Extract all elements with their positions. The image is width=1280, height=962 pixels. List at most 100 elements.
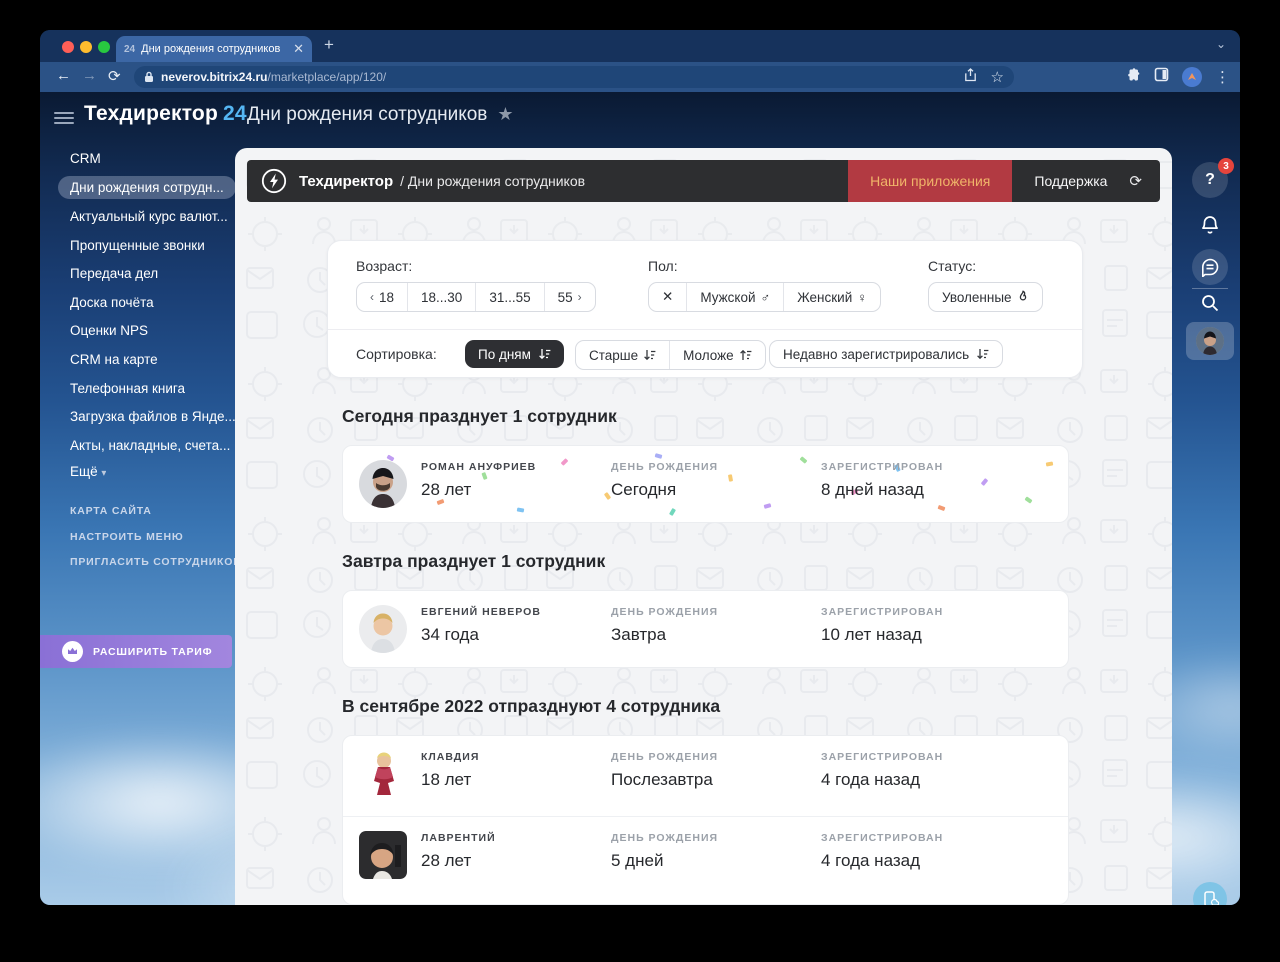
sidebar-item-acts-invoices[interactable]: Акты, накладные, счета... (70, 438, 230, 453)
zoom-window-button[interactable] (98, 41, 110, 53)
lightning-bolt-icon (261, 168, 287, 194)
age-filter-label: Возраст: (356, 258, 413, 274)
tab-title: Дни рождения сотрудников (141, 43, 281, 55)
sidebar-item-yandex-upload[interactable]: Загрузка файлов в Янде... (70, 409, 236, 424)
employee-card[interactable]: ЕВГЕНИЙ НЕВЕРОВ 34 года ДЕНЬ РОЖДЕНИЯ За… (342, 590, 1069, 668)
browser-tab[interactable]: 24 Дни рождения сотрудников ✕ (116, 36, 312, 62)
sidebar-item-missed-calls[interactable]: Пропущенные звонки (70, 238, 205, 253)
birthday-label: ДЕНЬ РОЖДЕНИЯ (611, 606, 719, 618)
employee-age: 28 лет (421, 480, 472, 499)
status-filter-group: Уволенные (928, 282, 1043, 312)
hamburger-menu-icon[interactable] (54, 109, 74, 124)
url-host: neverov.bitrix24.ru (161, 70, 268, 84)
registered-label: ЗАРЕГИСТРИРОВАН (821, 461, 944, 473)
sort-by-days-button[interactable]: По дням (465, 340, 564, 368)
tab-close-icon[interactable]: ✕ (293, 41, 304, 57)
registered-label: ЗАРЕГИСТРИРОВАН (821, 751, 944, 763)
side-panel-icon[interactable] (1154, 67, 1169, 87)
birthday-label: ДЕНЬ РОЖДЕНИЯ (611, 751, 719, 763)
chevron-down-icon: ▾ (101, 468, 107, 479)
sort-younger-button[interactable]: Моложе (670, 341, 765, 369)
back-icon[interactable]: ← (56, 67, 71, 84)
sidebar-item-crm-map[interactable]: CRM на карте (70, 352, 158, 367)
portal-logo-24: 24 (222, 102, 247, 125)
registered-value: 8 дней назад (821, 480, 924, 499)
gender-filter-group: ✕ Мужской ♂ Женский ♀ (648, 282, 882, 312)
registered-value: 4 года назад (821, 851, 921, 870)
user-avatar (1196, 327, 1224, 355)
forward-icon[interactable]: → (82, 67, 97, 84)
registered-label: ЗАРЕГИСТРИРОВАН (821, 606, 944, 618)
age-18-30-button[interactable]: 18...30 (408, 283, 477, 311)
crown-icon (62, 641, 83, 662)
avatar (359, 605, 407, 653)
upgrade-plan-button[interactable]: РАСШИРИТЬ ТАРИФ (40, 635, 232, 668)
status-fired-button[interactable]: Уволенные (929, 283, 1042, 311)
female-icon: ♀ (857, 289, 868, 305)
age-over-55-button[interactable]: 55 › (545, 283, 595, 311)
portal-logo-text: Техдиректор (84, 102, 218, 125)
app-breadcrumb: / Дни рождения сотрудников (400, 173, 586, 189)
bookmark-star-icon[interactable]: ☆ (991, 68, 1004, 86)
age-under-18-button[interactable]: ‹ 18 (357, 283, 409, 311)
sidebar-item-phonebook[interactable]: Телефонная книга (70, 381, 185, 396)
minimize-window-button[interactable] (80, 41, 92, 53)
avatar (359, 831, 407, 879)
portal-logo[interactable]: Техдиректор 24 (84, 102, 247, 126)
gender-female-button[interactable]: Женский ♀ (784, 283, 880, 311)
reload-icon[interactable]: ⟳ (108, 67, 121, 85)
app-brand[interactable]: Техдиректор (299, 173, 393, 190)
url-path: /marketplace/app/120/ (267, 70, 387, 84)
avatar (359, 460, 407, 508)
employee-card[interactable]: РОМАН АНУФРИЕВ 28 лет ДЕНЬ РОЖДЕНИЯ Сего… (342, 445, 1069, 523)
close-window-button[interactable] (62, 41, 74, 53)
search-icon[interactable] (1192, 285, 1228, 321)
our-apps-button[interactable]: Наши приложения (848, 160, 1013, 202)
employee-name: РОМАН АНУФРИЕВ (421, 461, 537, 473)
sidebar-item-currency[interactable]: Актуальный курс валют... (70, 209, 228, 224)
sidebar-item-honor-board[interactable]: Доска почёта (70, 295, 154, 310)
browser-toolbar: ← → ⟳ neverov.bitrix24.ru/marketplace/ap… (40, 62, 1240, 92)
birthday-value: Сегодня (611, 480, 677, 499)
messenger-icon[interactable] (1192, 249, 1228, 285)
filter-panel: Возраст: Пол: Статус: ‹ 18 18...30 31...5… (327, 240, 1083, 378)
notifications-bell-icon[interactable] (1192, 207, 1228, 243)
user-profile-button[interactable] (1186, 322, 1234, 360)
sidebar-item-configure-menu[interactable]: НАСТРОИТЬ МЕНЮ (70, 531, 183, 543)
tab-strip: 24 Дни рождения сотрудников ✕ + ⌄ (40, 30, 1240, 62)
employee-row[interactable]: ЛАВРЕНТИЙ 28 лет ДЕНЬ РОЖДЕНИЯ 5 дней ЗА… (343, 817, 1068, 897)
birthday-label: ДЕНЬ РОЖДЕНИЯ (611, 832, 719, 844)
sort-recently-registered-button[interactable]: Недавно зарегистрировались (769, 340, 1004, 368)
employee-name: ЕВГЕНИЙ НЕВЕРОВ (421, 606, 541, 618)
employee-row[interactable]: КЛАВДИЯ 18 лет ДЕНЬ РОЖДЕНИЯ Послезавтра… (343, 736, 1068, 816)
browser-menu-dots-icon[interactable]: ⋮ (1215, 68, 1230, 86)
gender-clear-button[interactable]: ✕ (649, 283, 688, 311)
sidebar-item-birthdays[interactable]: Дни рождения сотрудн... (58, 176, 236, 199)
share-icon[interactable] (964, 67, 977, 87)
sidebar-item-sitemap[interactable]: КАРТА САЙТА (70, 505, 152, 517)
gender-male-button[interactable]: Мужской ♂ (687, 283, 785, 311)
sidebar-item-more[interactable]: Ещё ▾ (70, 464, 106, 479)
address-bar[interactable]: neverov.bitrix24.ru/marketplace/app/120/… (134, 66, 1014, 88)
sidebar-item-nps[interactable]: Оценки NPS (70, 323, 148, 338)
age-31-55-button[interactable]: 31...55 (476, 283, 545, 311)
sidebar-item-invite-employees[interactable]: ПРИГЛАСИТЬ СОТРУДНИКОВ (70, 556, 242, 568)
avatar (359, 750, 407, 798)
browser-profile-avatar[interactable] (1182, 67, 1202, 87)
gender-filter-label: Пол: (648, 258, 678, 274)
registered-value: 4 года назад (821, 770, 921, 789)
employee-name: ЛАВРЕНТИЙ (421, 832, 496, 844)
bitrix24-favicon: 24 (124, 43, 136, 55)
new-tab-button[interactable]: + (324, 35, 334, 55)
sidebar-item-crm[interactable]: CRM (70, 151, 101, 166)
support-button[interactable]: Поддержка (1012, 173, 1129, 189)
sort-desc-icon (977, 349, 989, 360)
app-refresh-icon[interactable]: ⟳ (1129, 172, 1142, 190)
extensions-puzzle-icon[interactable] (1126, 67, 1141, 87)
sort-desc-icon (644, 350, 656, 361)
sort-older-button[interactable]: Старше (576, 341, 671, 369)
favorite-star-icon[interactable]: ★ (497, 104, 513, 125)
sidebar-item-handover[interactable]: Передача дел (70, 266, 158, 281)
tab-search-chevron-icon[interactable]: ⌄ (1216, 37, 1226, 51)
chevron-left-icon: ‹ (370, 290, 374, 304)
